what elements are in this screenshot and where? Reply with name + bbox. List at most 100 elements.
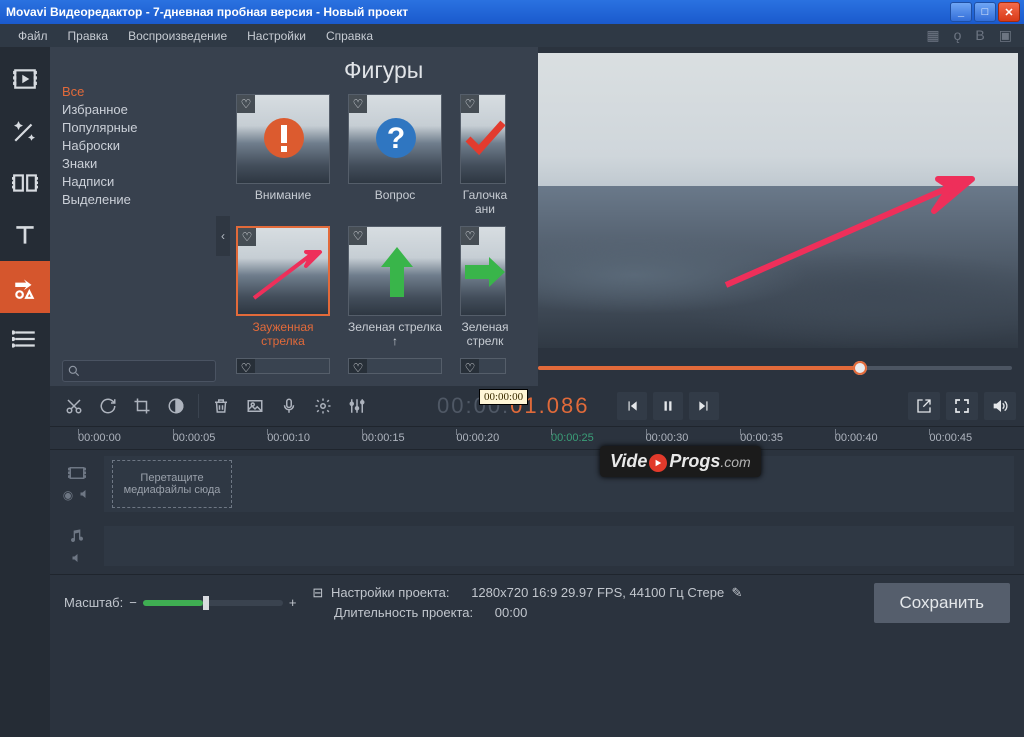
sidebar-shapes-icon[interactable] xyxy=(0,261,50,313)
favorite-icon[interactable]: ♡ xyxy=(349,95,367,113)
category-sketches[interactable]: Наброски xyxy=(62,137,216,155)
shape-card-partial[interactable]: ♡ xyxy=(236,358,330,374)
sidebar-transitions-icon[interactable] xyxy=(0,157,50,209)
record-audio-button[interactable] xyxy=(273,391,305,421)
category-search-input[interactable] xyxy=(62,360,216,382)
favorite-icon[interactable]: ♡ xyxy=(461,227,479,245)
window-title: Movavi Видеоредактор - 7-дневная пробная… xyxy=(4,5,948,19)
shape-card-attention[interactable]: ♡ Внимание xyxy=(236,94,330,218)
preview-seek-slider[interactable] xyxy=(538,356,1012,380)
volume-button[interactable] xyxy=(984,392,1016,420)
menu-playback[interactable]: Воспроизведение xyxy=(118,26,237,46)
shape-card-green-arrow-up[interactable]: ♡ Зеленая стрелка ↑ xyxy=(348,226,442,350)
favorite-icon[interactable]: ♡ xyxy=(461,95,479,113)
zoom-handle[interactable] xyxy=(203,596,209,610)
cut-button[interactable] xyxy=(58,391,90,421)
project-settings-value: 1280x720 16:9 29.97 FPS, 44100 Гц Стере xyxy=(471,585,724,600)
category-highlight[interactable]: Выделение xyxy=(62,191,216,209)
window-close-button[interactable]: ✕ xyxy=(998,2,1020,22)
sidebar-more-icon[interactable] xyxy=(0,313,50,365)
favorite-icon[interactable]: ♡ xyxy=(349,227,367,245)
window-minimize-button[interactable]: _ xyxy=(950,2,972,22)
zoom-out-button[interactable]: − xyxy=(129,595,137,610)
project-settings-label: Настройки проекта: xyxy=(331,585,450,600)
sidebar-titles-icon[interactable] xyxy=(0,209,50,261)
category-popular[interactable]: Популярные xyxy=(62,119,216,137)
next-frame-button[interactable] xyxy=(689,392,719,420)
sidebar-media-icon[interactable] xyxy=(0,53,50,105)
shape-card-label: Зауженная стрелка xyxy=(236,320,330,350)
rotate-button[interactable] xyxy=(92,391,124,421)
gallery-title: Фигуры xyxy=(226,47,538,94)
track-mute-icon[interactable] xyxy=(79,488,91,502)
track-mute-icon[interactable] xyxy=(71,552,83,564)
seek-handle[interactable] xyxy=(853,361,867,375)
menu-edit[interactable]: Правка xyxy=(58,26,119,46)
youtube-icon[interactable]: ▦ xyxy=(926,27,939,44)
ruler-tick: 00:00:10 xyxy=(267,432,362,444)
category-signs[interactable]: Знаки xyxy=(62,155,216,173)
category-favorites[interactable]: Избранное xyxy=(62,101,216,119)
shape-card-green-arrow-right[interactable]: ♡ Зеленая стрелк xyxy=(460,226,538,350)
ruler-tick: 00:00:35 xyxy=(740,432,835,444)
shape-card-checkmark[interactable]: ♡ Галочка ани xyxy=(460,94,538,218)
crop-button[interactable] xyxy=(126,391,158,421)
clip-properties-button[interactable] xyxy=(307,391,339,421)
window-maximize-button[interactable]: □ xyxy=(974,2,996,22)
timecode-display[interactable]: 00:00:01.086 00:00:00 xyxy=(429,393,597,420)
zoom-in-button[interactable]: + xyxy=(289,595,297,610)
ruler-tick: 00:00:15 xyxy=(362,432,457,444)
preview-viewport[interactable] xyxy=(538,53,1018,348)
project-duration-label: Длительность проекта: xyxy=(334,605,473,620)
edit-project-settings-button[interactable]: ✎ xyxy=(731,585,742,600)
ruler-tick: 00:00:25 xyxy=(551,432,646,444)
prev-frame-button[interactable] xyxy=(617,392,647,420)
save-button[interactable]: Сохранить xyxy=(874,583,1010,623)
category-all[interactable]: Все xyxy=(62,83,216,101)
equalizer-button[interactable] xyxy=(341,391,373,421)
ruler-tick: 00:00:30 xyxy=(646,432,741,444)
export-frame-button[interactable] xyxy=(908,392,940,420)
window-titlebar: Movavi Видеоредактор - 7-дневная пробная… xyxy=(0,0,1024,24)
menu-file[interactable]: Файл xyxy=(8,26,58,46)
svg-text:?: ? xyxy=(387,122,405,155)
timeline-panel: ◉ Перетащите медиафайлы сюда Масшта xyxy=(50,450,1024,737)
category-collapse-button[interactable]: ‹ xyxy=(216,216,230,256)
camera-icon[interactable]: ▣ xyxy=(999,27,1012,44)
shape-card-label: Зеленая стрелка ↑ xyxy=(348,320,442,350)
color-adjust-button[interactable] xyxy=(160,391,192,421)
preview-arrow-shape xyxy=(720,165,980,295)
timeline-ruler[interactable]: 00:00:00 00:00:05 00:00:10 00:00:15 00:0… xyxy=(50,426,1024,450)
favorite-icon[interactable]: ♡ xyxy=(349,359,367,374)
vk-icon[interactable]: B xyxy=(975,27,984,44)
ok-icon[interactable]: ǫ xyxy=(954,27,962,44)
zoom-slider[interactable] xyxy=(143,600,283,606)
ruler-tick: 00:00:40 xyxy=(835,432,930,444)
track-visibility-icon[interactable]: ◉ xyxy=(63,488,73,502)
media-drop-zone[interactable]: Перетащите медиафайлы сюда xyxy=(112,460,232,508)
delete-button[interactable] xyxy=(205,391,237,421)
favorite-icon[interactable]: ♡ xyxy=(237,95,255,113)
favorite-icon[interactable]: ♡ xyxy=(237,359,255,374)
category-captions[interactable]: Надписи xyxy=(62,173,216,191)
menu-settings[interactable]: Настройки xyxy=(237,26,316,46)
image-button[interactable] xyxy=(239,391,271,421)
sidebar-filters-icon[interactable] xyxy=(0,105,50,157)
category-panel: Все Избранное Популярные Наброски Знаки … xyxy=(50,47,226,386)
favorite-icon[interactable]: ♡ xyxy=(461,359,479,374)
shape-card-partial[interactable]: ♡ xyxy=(348,358,442,374)
video-track[interactable]: ◉ Перетащите медиафайлы сюда xyxy=(50,450,1024,518)
audio-track[interactable] xyxy=(50,518,1024,574)
project-duration-value: 00:00 xyxy=(495,605,528,620)
fullscreen-button[interactable] xyxy=(946,392,978,420)
status-bar: Масштаб: − + ⊟ Настройки проекта: 1280x7… xyxy=(50,574,1024,630)
shape-card-tapered-arrow[interactable]: ♡ Зауженная стрелка xyxy=(236,226,330,350)
watermark-badge: VideProgs.com xyxy=(600,446,761,477)
shape-card-label: Внимание xyxy=(236,188,330,218)
ruler-tick: 00:00:00 xyxy=(78,432,173,444)
ruler-tick: 00:00:05 xyxy=(173,432,268,444)
shape-card-partial[interactable]: ♡ xyxy=(460,358,538,374)
pause-button[interactable] xyxy=(653,392,683,420)
menu-help[interactable]: Справка xyxy=(316,26,383,46)
shape-card-question[interactable]: ♡ ? Вопрос xyxy=(348,94,442,218)
